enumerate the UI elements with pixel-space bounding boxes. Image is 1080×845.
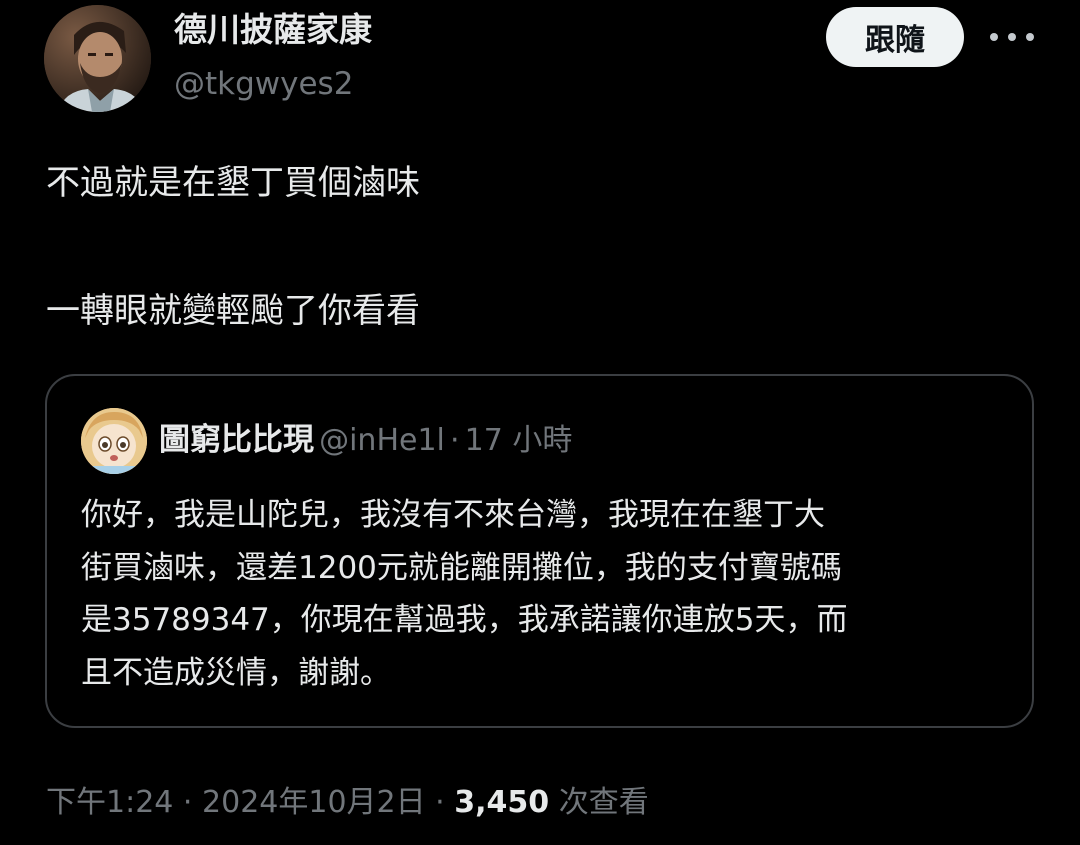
tweet-page: 德川披薩家康 @tkgwyes2 跟隨 不過就是在墾丁買個滷味 一轉眼就變輕颱了… xyxy=(0,0,1080,845)
more-dot xyxy=(1026,33,1034,41)
separator-dot: · xyxy=(435,785,445,820)
quote-text-line: 且不造成災情，謝謝。 xyxy=(81,654,391,691)
anime-avatar-icon xyxy=(81,408,147,474)
quoted-tweet-card[interactable]: 圖窮比比現 @inHe1l · 17 小時 你好，我是山陀兒，我沒有不來台灣，我… xyxy=(45,374,1034,728)
more-horizontal-icon[interactable] xyxy=(990,26,1034,48)
quote-text-line: 你好，我是山陀兒，我沒有不來台灣，我現在在墾丁大 xyxy=(81,497,825,533)
separator-dot: · xyxy=(182,785,193,820)
profile-photo-icon xyxy=(44,5,151,112)
tweet-time[interactable]: 下午1:24 xyxy=(46,785,173,820)
tweet-date[interactable]: 2024年10月2日 xyxy=(202,785,426,820)
tweet-text-line: 不過就是在墾丁買個滷味 xyxy=(46,163,420,203)
quote-text-line: 街買滷味，還差1200元就能離開攤位，我的支付寶號碼 xyxy=(81,549,842,586)
tweet-meta: 下午1:24 · 2024年10月2日 · 3,450 次查看 xyxy=(46,781,649,825)
views-label: 次查看 xyxy=(558,785,649,820)
follow-button[interactable]: 跟隨 xyxy=(826,7,964,67)
quote-body: 你好，我是山陀兒，我沒有不來台灣，我現在在墾丁大 街買滷味，還差1200元就能離… xyxy=(81,489,1011,699)
quote-handle[interactable]: @inHe1l xyxy=(319,423,445,458)
separator-dot: · xyxy=(449,423,460,458)
quote-timestamp[interactable]: 17 小時 xyxy=(465,423,573,458)
author-avatar[interactable] xyxy=(44,5,151,112)
quote-header: 圖窮比比現 @inHe1l · 17 小時 xyxy=(159,418,572,467)
tweet-text-line: 一轉眼就變輕颱了你看看 xyxy=(46,291,420,331)
quote-display-name[interactable]: 圖窮比比現 xyxy=(159,422,314,458)
author-display-name[interactable]: 德川披薩家康 xyxy=(174,8,372,52)
more-dot xyxy=(990,33,998,41)
quote-text-line: 是35789347，你現在幫過我，我承諾讓你連放5天，而 xyxy=(81,602,848,638)
quote-author-avatar xyxy=(81,408,147,474)
author-handle[interactable]: @tkgwyes2 xyxy=(174,64,353,104)
views-count: 3,450 xyxy=(454,785,550,820)
more-dot xyxy=(1008,33,1016,41)
